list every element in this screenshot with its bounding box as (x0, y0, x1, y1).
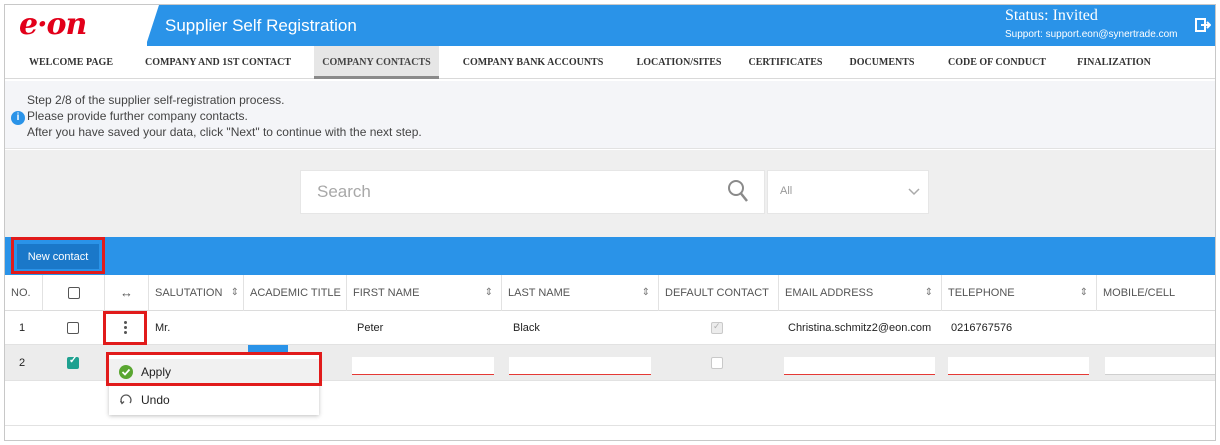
check-circle-icon (119, 365, 133, 379)
col-header-select-all (43, 275, 105, 311)
tab-company-and-1st-contact[interactable]: COMPANY AND 1ST CONTACT (135, 46, 301, 79)
info-step-text: Step 2/8 of the supplier self-registrati… (27, 93, 285, 107)
sort-icon: ⇕ (1079, 287, 1088, 298)
col-header-no: NO. (5, 275, 43, 311)
app-window: e·on Supplier Self Registration Status: … (4, 4, 1216, 441)
row-checkbox[interactable] (67, 355, 79, 369)
cell-last-name: Black (513, 321, 540, 334)
col-header-first-name-label: FIRST NAME (353, 287, 420, 299)
cell-no: 1 (19, 321, 26, 334)
filter-select[interactable]: All (767, 170, 929, 214)
undo-label: Undo (141, 393, 170, 407)
academic-title-dropdown-tab[interactable] (248, 345, 288, 353)
col-header-academic-title[interactable]: ACADEMIC TITLE (244, 275, 347, 311)
telephone-field[interactable] (948, 357, 1089, 375)
app-title: Supplier Self Registration (165, 16, 357, 35)
col-header-mobile[interactable]: MOBILE/CELL (1097, 275, 1215, 311)
cell-first-name: Peter (357, 321, 384, 334)
search-input[interactable] (301, 171, 759, 213)
row-checkbox[interactable] (67, 321, 79, 334)
support-contact: Support: support.eon@synertrade.com (1005, 29, 1178, 40)
cell-salutation: Mr. (155, 321, 171, 334)
row-actions-menu-icon[interactable] (114, 317, 136, 339)
search-box (300, 170, 765, 214)
tab-certificates[interactable]: CERTIFICATES (743, 46, 828, 79)
tab-company-contacts[interactable]: COMPANY CONTACTS (314, 46, 439, 79)
filter-selected-value: All (780, 185, 793, 197)
default-contact-checkbox[interactable] (711, 356, 723, 369)
col-header-last-name[interactable]: LAST NAME ⇕ (502, 275, 659, 311)
table-bottom-divider (5, 425, 1215, 426)
col-header-last-name-label: LAST NAME (508, 287, 571, 299)
cell-email: Christina.schmitz2@eon.com (788, 321, 932, 334)
tab-company-bank-accounts[interactable]: COMPANY BANK ACCOUNTS (453, 46, 613, 79)
sort-icon: ⇕ (924, 287, 933, 298)
cell-actions (114, 311, 136, 344)
chevron-down-icon (908, 188, 920, 196)
logout-icon[interactable] (1195, 17, 1211, 33)
row-actions-menu: Apply Undo (109, 355, 319, 415)
cell-default-contact (711, 345, 723, 380)
apply-menu-item[interactable]: Apply (109, 359, 319, 385)
registration-status: Status: Invited (1005, 7, 1098, 24)
col-header-salutation[interactable]: SALUTATION ⇕ (149, 275, 244, 311)
col-header-default-contact[interactable]: DEFAULT CONTACT (659, 275, 779, 311)
search-band: All (5, 150, 1215, 237)
default-contact-checkbox (711, 321, 723, 334)
col-header-email-label: EMAIL ADDRESS (785, 287, 874, 299)
sort-icon: ⇕ (484, 287, 493, 298)
undo-menu-item[interactable]: Undo (109, 387, 319, 413)
sort-icon: ⇕ (230, 287, 239, 298)
tab-documents[interactable]: DOCUMENTS (843, 46, 921, 79)
apply-label: Apply (141, 365, 172, 379)
col-resize-icon[interactable]: ↔ (105, 275, 149, 311)
sort-icon: ⇕ (641, 287, 650, 298)
last-name-field[interactable] (509, 357, 651, 375)
table-header: NO. ↔ SALUTATION ⇕ ACADEMIC TITLE FIRST … (5, 275, 1215, 311)
cell-default-contact (711, 311, 723, 344)
tab-location-sites[interactable]: LOCATION/SITES (629, 46, 729, 79)
eon-logo: e·on (19, 7, 87, 42)
col-header-salutation-label: SALUTATION (155, 287, 223, 299)
info-next-text: After you have saved your data, click "N… (27, 125, 422, 139)
col-header-telephone-label: TELEPHONE (948, 287, 1015, 299)
info-panel: i Step 2/8 of the supplier self-registra… (5, 81, 1215, 149)
info-instruction-text: Please provide further company contacts. (27, 109, 248, 123)
logo-area: e·on (5, 5, 147, 46)
cell-select (67, 311, 79, 344)
col-header-first-name[interactable]: FIRST NAME ⇕ (347, 275, 502, 311)
info-icon: i (11, 111, 25, 125)
new-contact-button[interactable]: New contact (17, 244, 99, 269)
first-name-field[interactable] (352, 357, 494, 375)
cell-select (67, 345, 79, 380)
tab-finalization[interactable]: FINALIZATION (1069, 46, 1159, 79)
cell-telephone: 0216767576 (951, 321, 1013, 334)
select-all-checkbox[interactable] (67, 287, 80, 300)
search-icon[interactable] (727, 179, 749, 203)
table-toolbar: New contact (5, 237, 1215, 275)
registration-tabs: WELCOME PAGE COMPANY AND 1ST CONTACT COM… (5, 46, 1215, 79)
table-row[interactable]: 1 Mr. Peter Black Christina.schmitz2@eon… (5, 311, 1215, 345)
email-field[interactable] (784, 357, 935, 375)
col-header-email[interactable]: EMAIL ADDRESS ⇕ (779, 275, 942, 311)
cell-no: 2 (19, 356, 26, 369)
tab-welcome-page[interactable]: WELCOME PAGE (19, 46, 123, 79)
mobile-field[interactable] (1105, 357, 1215, 375)
app-header: e·on Supplier Self Registration Status: … (5, 5, 1215, 46)
col-header-telephone[interactable]: TELEPHONE ⇕ (942, 275, 1097, 311)
undo-icon (119, 394, 132, 405)
tab-code-of-conduct[interactable]: CODE OF CONDUCT (939, 46, 1055, 79)
